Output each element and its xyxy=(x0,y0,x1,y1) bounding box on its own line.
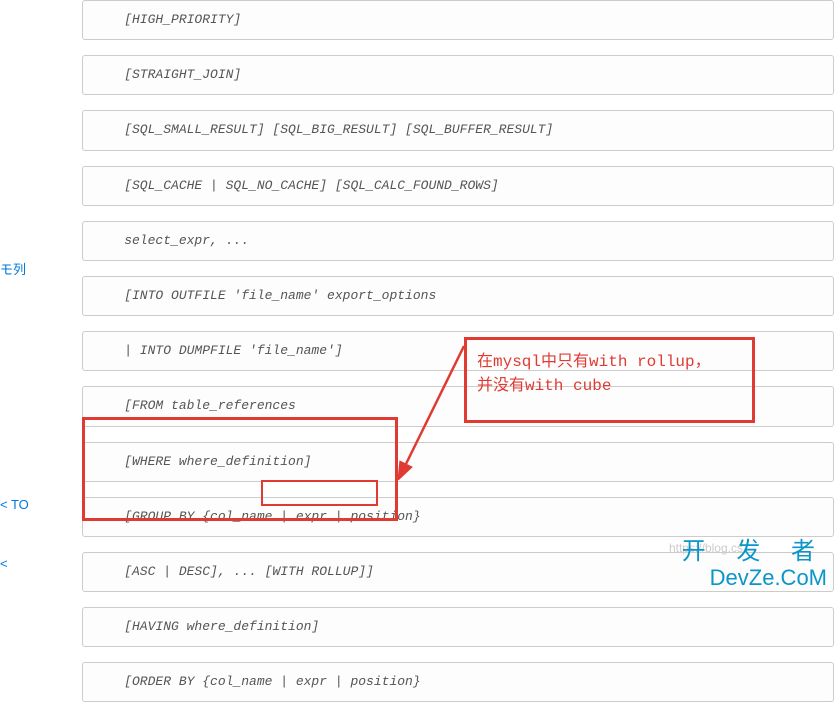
sidebar-link-2[interactable]: < TO xyxy=(0,493,29,516)
annotation-text: 在mysql中只有with rollup， 并没有with cube xyxy=(477,350,742,398)
sidebar-link-3[interactable]: < xyxy=(0,552,8,575)
logo-top-text: 开 发 者 xyxy=(682,539,827,565)
code-box-1: [HIGH_PRIORITY] xyxy=(82,0,834,40)
code-box-12: [HAVING where_definition] xyxy=(82,607,834,647)
code-box-4: [SQL_CACHE | SQL_NO_CACHE] [SQL_CALC_FOU… xyxy=(82,166,834,206)
site-logo: 开 发 者 DevZe.CoM xyxy=(682,539,827,590)
code-box-5: select_expr, ... xyxy=(82,221,834,261)
code-box-13: [ORDER BY {col_name | expr | position} xyxy=(82,662,834,702)
code-box-9: [WHERE where_definition] xyxy=(82,442,834,482)
annotation-box: 在mysql中只有with rollup， 并没有with cube xyxy=(464,337,755,423)
code-box-2: [STRAIGHT_JOIN] xyxy=(82,55,834,95)
sidebar-link-1[interactable]: モ列 xyxy=(0,255,26,282)
logo-bottom-text: DevZe.CoM xyxy=(682,566,827,590)
code-box-6: [INTO OUTFILE 'file_name' export_options xyxy=(82,276,834,316)
code-box-10: [GROUP BY {col_name | expr | position} xyxy=(82,497,834,537)
code-box-3: [SQL_SMALL_RESULT] [SQL_BIG_RESULT] [SQL… xyxy=(82,110,834,150)
